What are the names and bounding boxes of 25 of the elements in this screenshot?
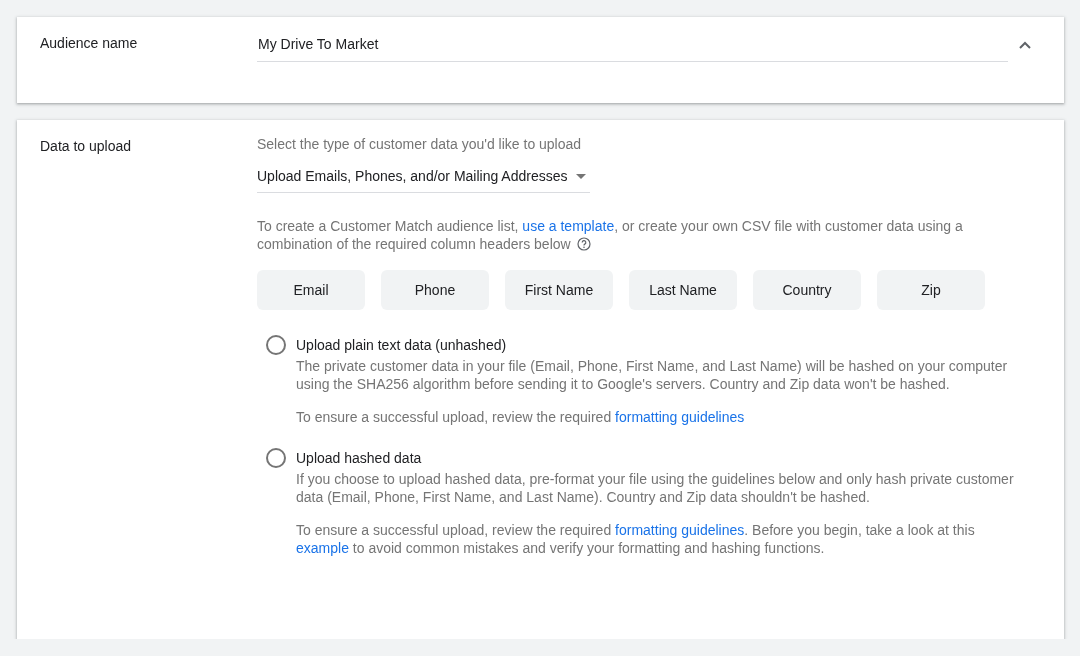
dropdown-caret-icon (575, 173, 586, 179)
column-header-chip: First Name (505, 270, 613, 310)
option-description: If you choose to upload hashed data, pre-format your file using the guidelines below and only hash private customer data (Email, Phone, First Name, and Last Name). Country and Zip data shouldn't be hashed. (296, 470, 1015, 506)
prompt-text: Select the type of customer data you'd like to upload (257, 136, 583, 152)
column-header-chip: Zip (877, 270, 985, 310)
option-label: Upload plain text data (unhashed) (296, 336, 508, 355)
template-link[interactable]: use a template (522, 218, 615, 234)
guideline-note: To ensure a successful upload, review the required formatting guidelines (296, 408, 746, 426)
radio-button[interactable] (266, 335, 286, 355)
column-header-chip: Country (753, 270, 861, 310)
field-label: Data to upload (39, 137, 133, 156)
guideline-note: To ensure a successful upload, review the required formatting guidelines. Before you begin, take a look at this example to avoid common mistakes and verify your formatting and hashing functions. (296, 521, 976, 557)
column-header-chip: Phone (381, 270, 489, 310)
instruction-text: To create a Customer Match audience list, use a template, or create your own CSV file with customer data using a combination of the required column headers below (257, 217, 964, 253)
guideline-link[interactable]: example (296, 540, 349, 556)
option-description: The private customer data in your file (Email, Phone, First Name, and Last Name) will be hashed on your computer using the SHA256 algorithm before sending it to Google's servers. Country and Zip data won't be hashed. (296, 357, 1009, 393)
help-icon[interactable] (576, 237, 591, 251)
field-label: Audience name (39, 34, 139, 53)
guideline-link[interactable]: formatting guidelines (615, 409, 745, 425)
column-header-chip: Last Name (629, 270, 737, 310)
option-label: Upload hashed data (296, 449, 423, 468)
chevron-up-icon (1018, 41, 1032, 50)
data-type-dropdown[interactable]: Upload Emails, Phones, and/or Mailing Addresses (257, 168, 590, 193)
radio-button[interactable] (266, 448, 286, 468)
column-header-chip: Email (257, 270, 365, 310)
